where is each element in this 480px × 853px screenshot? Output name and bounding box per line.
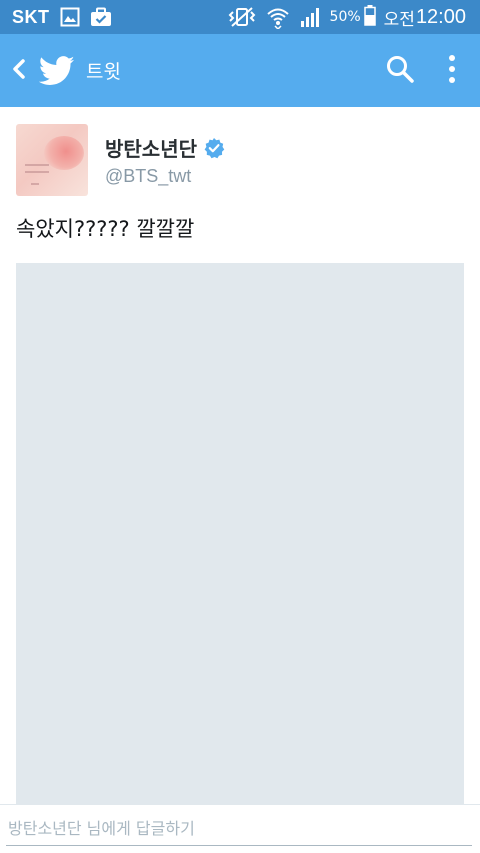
verified-badge-icon — [203, 137, 225, 159]
carrier-label: SKT — [12, 6, 50, 27]
signal-strength-icon — [300, 6, 322, 28]
author-name-line: 방탄소년단 — [105, 133, 225, 162]
wifi-icon — [266, 5, 290, 29]
tweet-text: 속았지????? 깔깔깔 — [16, 217, 195, 241]
twitter-bird-icon — [38, 52, 76, 90]
reply-input[interactable] — [6, 811, 472, 846]
vibrate-mute-icon — [228, 6, 256, 28]
battery-icon — [363, 4, 376, 31]
reply-bar — [0, 804, 480, 853]
tweet-detail: 방탄소년단 @BTS_twt 속았지????? 깔깔깔 — [0, 107, 480, 804]
gallery-notification-icon — [60, 7, 80, 27]
avatar[interactable] — [16, 124, 88, 196]
author-info: 방탄소년단 @BTS_twt — [105, 133, 225, 196]
status-right: 50% 오전 12:00 — [218, 4, 480, 31]
battery-percent: 50% — [329, 9, 361, 25]
more-options-button[interactable] — [428, 34, 476, 107]
author-row: 방탄소년단 @BTS_twt — [16, 124, 225, 196]
author-handle[interactable]: @BTS_twt — [105, 166, 225, 187]
app-actions — [376, 34, 480, 107]
briefcase-check-icon — [90, 7, 112, 27]
more-vertical-icon — [448, 54, 456, 88]
page-title: 트윗 — [86, 61, 121, 83]
author-name[interactable]: 방탄소년단 — [105, 133, 197, 162]
avatar-art-detail — [25, 164, 49, 166]
status-time: 12:00 — [415, 5, 466, 28]
back-button[interactable] — [2, 34, 36, 107]
status-left: SKT — [0, 7, 112, 28]
time-prefix: 오전 — [383, 9, 415, 30]
avatar-artwork — [44, 136, 84, 170]
status-bar: SKT 50% 오전 12:00 — [0, 0, 480, 34]
back-arrow-icon — [11, 58, 27, 84]
search-icon — [385, 54, 415, 88]
app-bar: 트윗 — [0, 34, 480, 107]
tweet-media-placeholder[interactable] — [16, 263, 464, 804]
avatar-art-detail — [31, 183, 39, 185]
avatar-art-detail — [25, 171, 49, 173]
search-button[interactable] — [376, 34, 424, 107]
